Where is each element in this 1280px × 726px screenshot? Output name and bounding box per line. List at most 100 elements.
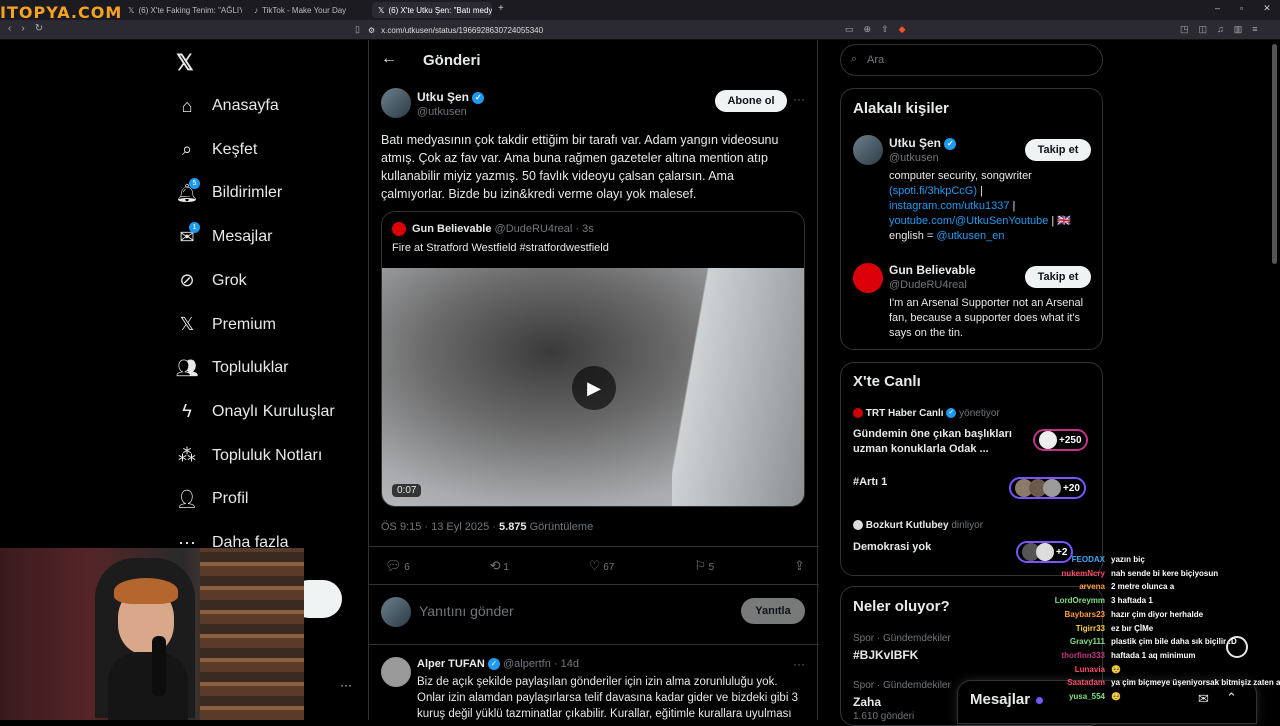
follow-button[interactable]: Takip et [1025, 139, 1091, 161]
nav-item-8[interactable]: ⁂ Topluluk Notları [176, 441, 322, 471]
author-handle[interactable]: @utkusen [417, 106, 467, 118]
nav-item-5[interactable]: 𝕏 Premium [176, 310, 276, 340]
subscribe-button[interactable]: Abone ol [715, 90, 787, 112]
chat-username: Gravy111 [1069, 637, 1105, 647]
browser-tab[interactable]: ♪ TikTok - Make Your Day [248, 2, 368, 18]
maximize-icon[interactable]: ▫ [1240, 3, 1243, 14]
nav-item-7[interactable]: ϟ Onaylı Kuruluşlar [176, 397, 335, 427]
reply-icon: 💬︎ [385, 558, 402, 573]
browser-tab[interactable]: 𝕏(6) X'te Faking Tenim: "AĞLIYORUM A [122, 2, 242, 18]
zoom-icon[interactable]: ⊕ [864, 24, 872, 35]
card-title: Neler oluyor? [853, 598, 950, 615]
share-icon[interactable]: ⇪ [881, 24, 889, 35]
nav-item-6[interactable]: 👥︎ Topluluklar [176, 353, 289, 383]
quoted-post[interactable]: Gun Believable @DudeRU4real · 3s Fire at… [381, 211, 805, 507]
bio-link[interactable]: instagram.com/utku1337 [889, 200, 1009, 212]
nav-item-0[interactable]: ⌂ Anasayfa [176, 91, 279, 121]
back-arrow-icon[interactable]: ← [381, 50, 397, 68]
wallet-icon[interactable]: ◫ [1199, 24, 1208, 35]
back-icon[interactable]: ‹ [8, 23, 11, 34]
avatar[interactable] [853, 135, 883, 165]
live-listeners[interactable]: +20 [1009, 477, 1086, 499]
person-body [108, 652, 188, 720]
chat-message: LordOreymm 3 haftada 1 [1040, 596, 1153, 605]
action-bar: 💬︎ 6 ⟲ 1 ♡ 67 ⚐ 5 ⇪ [385, 558, 805, 574]
card-title: X'te Canlı [853, 373, 921, 390]
avatar[interactable] [381, 657, 411, 687]
reply-author-name[interactable]: Alper TUFAN [417, 658, 485, 670]
avatar[interactable] [853, 263, 883, 293]
nav-item-4[interactable]: ⊘ Grok [176, 266, 246, 296]
chat-message: Gravy111 plastik çim bile daha sık biçili… [1040, 637, 1237, 646]
forward-icon[interactable]: › [21, 23, 24, 34]
share-action[interactable]: ⇪ [794, 558, 805, 574]
person-name[interactable]: Utku Şen ✓ [889, 136, 957, 150]
trend-name[interactable]: Zaha [853, 695, 881, 709]
browser-tab-active[interactable]: 𝕏(6) X'te Utku Şen: "Batı medyası✕ [372, 2, 492, 18]
minimize-icon[interactable]: – [1215, 3, 1220, 14]
bio-link[interactable]: (spoti.fi/3hkpCcG) [889, 185, 977, 197]
reply-button[interactable]: Yanıtla [741, 598, 805, 624]
search-placeholder: Ara [867, 54, 885, 66]
person-name[interactable]: Gun Believable [889, 263, 976, 277]
chat-username: nukemNcry [1061, 568, 1105, 578]
like-action[interactable]: ♡ 67 [589, 558, 615, 574]
chat-text: 3 haftada 1 [1111, 596, 1153, 606]
expand-icon[interactable]: ⌃ [1226, 690, 1237, 706]
bio-link[interactable]: youtube.com/@UtkuSenYoutube [889, 215, 1048, 227]
post-meta: ÖS 9:15 · 13 Eyl 2025 · 5.875 Görüntülem… [381, 521, 593, 533]
new-message-icon[interactable]: ✉ [1198, 691, 1209, 707]
live-listeners[interactable]: +250 [1033, 429, 1088, 451]
nav-label: Onaylı Kuruluşlar [212, 402, 335, 420]
bookmark-icon[interactable]: ▯ [355, 24, 360, 35]
avatar[interactable] [381, 88, 411, 118]
post-text: Batı medyasının çok takdir ettiğim bir t… [381, 133, 779, 201]
music-icon[interactable]: ♫ [1217, 24, 1224, 35]
live-host: TRT Haber Canlı ✓ yönetiyor [853, 408, 1000, 419]
url-actions: ▭ ⊕ ⇪ ◆ [845, 24, 906, 35]
lightning-icon: ϟ [182, 401, 192, 422]
chat-message: Baybars23 hazır çim diyor herhalde [1040, 610, 1204, 619]
reload-icon[interactable]: ↻ [35, 23, 43, 34]
reply-input[interactable]: Yanıtını gönder [419, 603, 514, 619]
live-title[interactable]: Gündemin öne çıkan başlıkları uzman konu… [853, 427, 1023, 457]
search-input[interactable]: ⌕ Ara [840, 44, 1103, 76]
play-icon[interactable]: ▶ [572, 366, 616, 410]
new-tab-button[interactable]: + [498, 3, 504, 14]
reply-action[interactable]: 💬︎ 6 [385, 558, 410, 574]
more-options-icon[interactable]: ··· [793, 657, 805, 671]
sidebar-icon[interactable]: ▥ [1234, 24, 1243, 35]
close-window-icon[interactable]: ✕ [1263, 3, 1271, 14]
host-name: Bozkurt Kutlubey [865, 520, 949, 531]
live-title[interactable]: #Artı 1 [853, 476, 887, 488]
post-timestamp[interactable]: ÖS 9:15 · 13 Eyl 2025 · [381, 521, 496, 533]
shield-icon[interactable]: ◆ [899, 24, 906, 35]
avatar [853, 408, 863, 419]
reply-header: Alper TUFAN ✓ @alpertfn · 14d [417, 658, 579, 671]
extension-icon[interactable]: ◳ [1180, 24, 1189, 35]
menu-icon[interactable]: ≡ [1252, 24, 1257, 35]
follow-button[interactable]: Takip et [1025, 266, 1091, 288]
nav-item-1[interactable]: ⌕ Keşfet [176, 135, 257, 165]
nav-item-3[interactable]: ✉ 1 Mesajlar [176, 222, 272, 252]
nav-item-9[interactable]: 👤︎ Profil [176, 484, 249, 514]
trend-name[interactable]: #BJKvIBFK [853, 648, 918, 662]
bookmark-action[interactable]: ⚐ 5 [694, 558, 714, 574]
video-player[interactable]: ▶ 0:07 [382, 268, 804, 506]
views-label: Görüntüleme [529, 521, 594, 533]
repost-action[interactable]: ⟲ 1 [490, 558, 509, 574]
live-title[interactable]: Demokrasi yok [853, 541, 931, 553]
host-name: TRT Haber Canlı [865, 408, 944, 419]
bio-link[interactable]: @utkusen_en [936, 230, 1004, 242]
account-more-icon[interactable]: ··· [340, 678, 352, 692]
microphone [152, 636, 166, 696]
nav-item-2[interactable]: 🔔︎ 5 Bildirimler [176, 178, 282, 208]
author-name[interactable]: Utku Şen ✓ [417, 90, 485, 104]
reader-icon[interactable]: ▭ [845, 24, 854, 35]
x-logo-icon: 𝕏 [128, 5, 135, 15]
listener-count: +250 [1059, 434, 1082, 446]
url-field[interactable]: ⚙ x.com/utkusen/status/19669286307240553… [368, 23, 908, 37]
scrollbar-thumb[interactable] [1272, 44, 1277, 264]
more-options-icon[interactable]: ··· [793, 92, 805, 106]
x-logo-icon[interactable]: 𝕏 [176, 50, 194, 76]
